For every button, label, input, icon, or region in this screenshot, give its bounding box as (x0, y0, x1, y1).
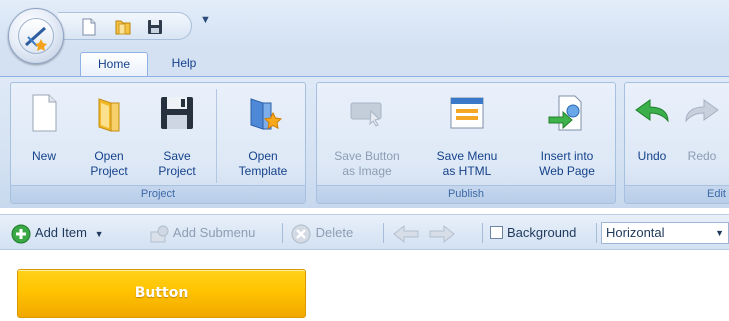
new-document-icon (24, 93, 64, 133)
toolbar-separator (482, 223, 483, 243)
project-group: New Open Project Save Project Open Templ… (10, 82, 306, 204)
add-item-chevron-down-icon[interactable]: ▼ (95, 229, 104, 239)
add-submenu-button[interactable]: Add Submenu (148, 222, 255, 244)
save-menu-as-html-button[interactable]: Save Menu as HTML (427, 87, 507, 185)
redo-label: Redo (687, 149, 717, 163)
preview-menu-button[interactable]: Button (17, 269, 306, 318)
move-left-button[interactable] (392, 222, 420, 244)
delete-label: Delete (315, 225, 354, 240)
insert-into-web-page-label: Insert into Web Page (539, 149, 595, 178)
app-logo-icon (18, 18, 54, 54)
quick-access-toolbar (58, 12, 192, 40)
ribbon-panel: New Open Project Save Project Open Templ… (0, 76, 729, 208)
background-label: Background (507, 225, 577, 240)
undo-label: Undo (637, 149, 667, 163)
arrow-left-icon (393, 224, 419, 243)
open-folder-icon[interactable] (114, 18, 132, 36)
group-separator (216, 89, 217, 183)
save-image-icon (347, 93, 387, 133)
menu-toolbar: Add Item ▼ Add Submenu Delete Background… (0, 214, 729, 250)
undo-arrow-icon (632, 93, 672, 133)
add-item-label: Add Item (34, 225, 87, 240)
redo-arrow-icon (682, 93, 722, 133)
save-menu-as-html-label: Save Menu as HTML (436, 149, 498, 178)
delete-icon (291, 224, 311, 244)
edit-group: Undo Redo Edit (624, 82, 729, 204)
open-template-button[interactable]: Open Template (223, 87, 303, 185)
save-disk-icon (157, 93, 197, 133)
orientation-select[interactable]: Horizontal ▼ (601, 222, 729, 244)
customize-qat-chevron-icon[interactable]: ▼ (200, 14, 211, 26)
project-group-label: Project (11, 185, 305, 203)
preview-canvas: Button (0, 251, 729, 321)
background-checkbox-box[interactable] (490, 226, 503, 239)
undo-button[interactable]: Undo (627, 87, 677, 185)
open-project-label: Open Project (90, 149, 128, 178)
publish-group-label: Publish (317, 185, 615, 203)
tab-help[interactable]: Help (156, 52, 212, 76)
save-project-button[interactable]: Save Project (145, 87, 209, 185)
edit-group-label: Edit (625, 185, 729, 203)
save-disk-icon[interactable] (146, 18, 164, 36)
add-submenu-label: Add Submenu (172, 225, 256, 240)
html-page-icon (447, 93, 487, 133)
new-button-label: New (31, 149, 56, 163)
save-button-as-image-label: Save Button as Image (334, 149, 400, 178)
ribbon-tab-strip: Home Help (0, 48, 729, 76)
title-bar: ▼ (0, 0, 729, 48)
redo-button[interactable]: Redo (677, 87, 727, 185)
add-submenu-icon (150, 225, 169, 243)
tab-home[interactable]: Home (80, 52, 148, 76)
publish-group: Save Button as Image Save Menu as HTML I… (316, 82, 616, 204)
move-right-button[interactable] (428, 222, 456, 244)
insert-web-page-icon (547, 93, 587, 133)
toolbar-separator (282, 223, 283, 243)
save-button-as-image-button[interactable]: Save Button as Image (321, 87, 413, 185)
arrow-right-icon (429, 224, 455, 243)
new-file-icon[interactable] (80, 18, 98, 36)
application-menu-button[interactable] (8, 8, 64, 64)
open-folder-icon (89, 93, 129, 133)
toolbar-separator (383, 223, 384, 243)
insert-into-web-page-button[interactable]: Insert into Web Page (523, 87, 611, 185)
open-project-button[interactable]: Open Project (75, 87, 143, 185)
new-button[interactable]: New (13, 87, 75, 185)
add-plus-icon (11, 224, 31, 244)
delete-button[interactable]: Delete (290, 222, 353, 244)
save-project-label: Save Project (158, 149, 196, 178)
orientation-value: Horizontal (606, 225, 665, 240)
background-checkbox[interactable]: Background (490, 222, 576, 244)
open-template-icon (243, 93, 283, 133)
toolbar-separator (596, 223, 597, 243)
open-template-label: Open Template (238, 149, 288, 178)
add-item-button[interactable]: Add Item ▼ (10, 222, 103, 244)
chevron-down-icon[interactable]: ▼ (715, 223, 724, 243)
